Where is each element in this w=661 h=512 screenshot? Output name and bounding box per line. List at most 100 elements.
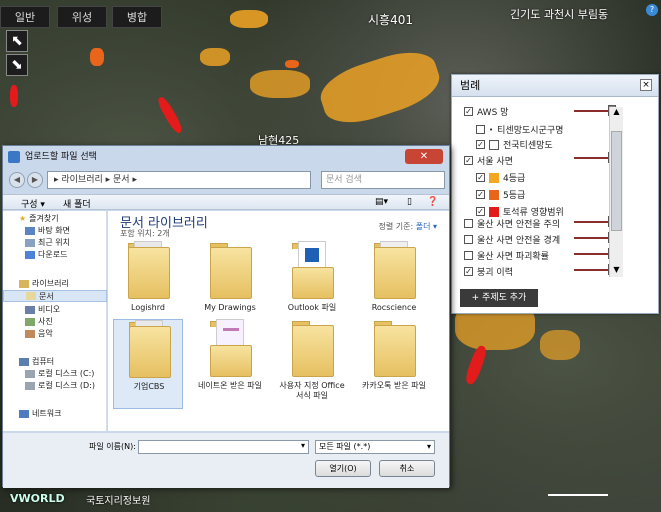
folder-item[interactable]: Outlook 파일 [277,241,347,331]
folder-item[interactable]: 카카오톡 받은 파일 [359,319,429,409]
sidebar-item-recent[interactable]: 최근 위치 [25,237,70,248]
folder-item[interactable]: 사용자 지정 Office 서식 파일 [277,319,347,409]
opacity-slider[interactable] [574,232,616,243]
folder-item[interactable]: Rocscience [359,241,429,331]
tab-satellite[interactable]: 위성 [57,6,107,28]
help-icon[interactable]: ❓ [427,197,438,207]
checkbox[interactable]: ✓ [476,173,485,182]
chevron-down-icon[interactable]: ▾ [427,441,431,453]
legend-item[interactable]: ✓ 서울 사면 [464,154,513,167]
sort-control[interactable]: 정렬 기준: 폴더 ▾ [378,221,437,232]
checkbox[interactable]: ✓ [464,107,473,116]
scroll-down-icon[interactable]: ▼ [610,265,623,277]
sidebar-label: 바탕 화면 [38,226,70,235]
landslide-area [285,60,299,68]
scroll-up-icon[interactable]: ▲ [610,107,623,119]
sort-dropdown[interactable]: 폴더 ▾ [416,222,437,231]
legend-item[interactable]: 울산 사면 안전을 경계 [464,233,560,246]
opacity-slider[interactable] [574,248,616,259]
pan-arrow-icon[interactable]: ⬊ [6,54,28,76]
add-theme-map-button[interactable]: + 주제도 추가 [460,289,538,307]
organize-button[interactable]: 구성 ▾ [21,197,45,210]
landslide-area [10,85,18,107]
picture-icon [25,317,35,326]
legend-scrollbar[interactable]: ▲ ▼ [609,107,623,277]
file-type-select[interactable]: 모든 파일 (*.*) ▾ [315,440,435,454]
scroll-thumb[interactable] [611,131,622,231]
legend-item[interactable]: 울산 사면 파괴확률 [464,249,549,262]
checkbox[interactable] [476,125,485,134]
legend-panel[interactable]: 범례 × ✓ AWS 망 • 티센망도시군구명 ✓ 전국티센망도 ✓ 서울 사면 ✓ 4등… [451,74,659,314]
dialog-titlebar[interactable]: 업로드할 파일 선택 ✕ [3,146,449,168]
sidebar-item-network[interactable]: 네트워크 [19,408,61,419]
legend-item[interactable]: ✓ 4등급 [476,171,525,184]
view-options-icon[interactable]: ▤▾ [375,197,388,207]
checkbox[interactable]: ✓ [464,156,473,165]
opacity-slider[interactable] [574,152,616,163]
legend-item[interactable]: 울산 사면 안전을 주의 [464,217,560,230]
drive-icon [25,369,35,378]
sidebar-item-desktop[interactable]: 바탕 화면 [25,225,70,236]
legend-item-label: 티센망도시군구명 [497,126,564,136]
pan-arrow-icon[interactable]: ⬉ [6,30,28,52]
new-folder-button[interactable]: 새 폴더 [63,197,91,210]
checkbox[interactable] [464,235,473,244]
scale-bar [548,494,608,496]
opacity-slider[interactable] [574,264,616,275]
sidebar-label: 로컬 디스크 (D:) [38,381,95,390]
forward-arrow-icon[interactable]: ▶ [27,172,43,188]
legend-item[interactable]: • 티센망도시군구명 [476,123,563,136]
close-button[interactable]: ✕ [405,149,443,164]
folder-icon [374,247,416,299]
legend-item[interactable]: ✓ 붕괴 이력 [464,265,513,278]
star-icon: ★ [19,214,27,223]
opacity-slider[interactable] [574,105,616,116]
folder-item[interactable]: 네이트온 받은 파일 [195,319,265,409]
sidebar-item-drive-c[interactable]: 로컬 디스크 (C:) [25,368,94,379]
sidebar-item-videos[interactable]: 비디오 [25,304,60,315]
cancel-button[interactable]: 취소 [379,460,435,477]
sidebar-label: 네트워크 [32,409,62,418]
preview-pane-icon[interactable]: ▯ [407,197,412,207]
file-open-dialog[interactable]: 업로드할 파일 선택 ✕ ◀ ▶ ▸ 라이브러리 ▸ 문서 ▸ 문서 검색 구성… [2,145,450,488]
sidebar-item-music[interactable]: 음악 [25,328,53,339]
sidebar-header-computer[interactable]: 컴퓨터 [19,356,54,367]
sidebar-item-downloads[interactable]: 다운로드 [25,249,67,260]
sidebar-item-drive-d[interactable]: 로컬 디스크 (D:) [25,380,95,391]
sidebar-header-favorites[interactable]: ★ 즐겨찾기 [19,213,59,224]
folder-icon [129,326,171,378]
help-icon[interactable]: ? [646,4,658,16]
landslide-area [250,70,310,98]
folder-item[interactable]: My Drawings [195,241,265,331]
folder-item[interactable]: 기업CBS [113,319,183,409]
legend-item[interactable]: ✓ 5등급 [476,188,525,201]
checkbox[interactable]: ✓ [476,140,485,149]
sidebar-item-documents[interactable]: 문서 [3,290,107,302]
tab-hybrid[interactable]: 병합 [112,6,162,28]
legend-item[interactable]: ✓ AWS 망 [464,105,508,118]
legend-item-label: 서울 사면 [477,157,513,167]
checkbox[interactable]: ✓ [476,207,485,216]
search-input[interactable]: 문서 검색 [321,171,445,189]
checkbox[interactable] [464,219,473,228]
legend-item-label: 울산 사면 파괴확률 [477,252,549,262]
legend-item[interactable]: ✓ 전국티센망도 [476,138,553,151]
chevron-down-icon[interactable]: ▾ [301,441,305,450]
checkbox[interactable] [464,251,473,260]
checkbox[interactable]: ✓ [476,190,485,199]
sidebar-header-libraries[interactable]: 라이브러리 [19,278,69,289]
landslide-area [230,10,268,28]
outlook-icon [305,248,319,262]
address-bar[interactable]: ▸ 라이브러리 ▸ 문서 ▸ [47,171,311,189]
opacity-slider[interactable] [574,216,616,227]
close-icon[interactable]: × [640,79,652,91]
folder-item[interactable]: Logishrd [113,241,183,331]
checkbox[interactable]: ✓ [464,267,473,276]
tab-general[interactable]: 일반 [0,6,50,28]
file-list-pane[interactable]: 문서 라이브러리 포함 위치: 2개 정렬 기준: 폴더 ▾ Logishrd … [108,211,449,431]
open-button[interactable]: 열기(O) [315,460,371,477]
sidebar-item-pictures[interactable]: 사진 [25,316,53,327]
folder-label: 카카오톡 받은 파일 [362,381,426,390]
filename-input[interactable]: ▾ [138,440,309,454]
back-arrow-icon[interactable]: ◀ [9,172,25,188]
